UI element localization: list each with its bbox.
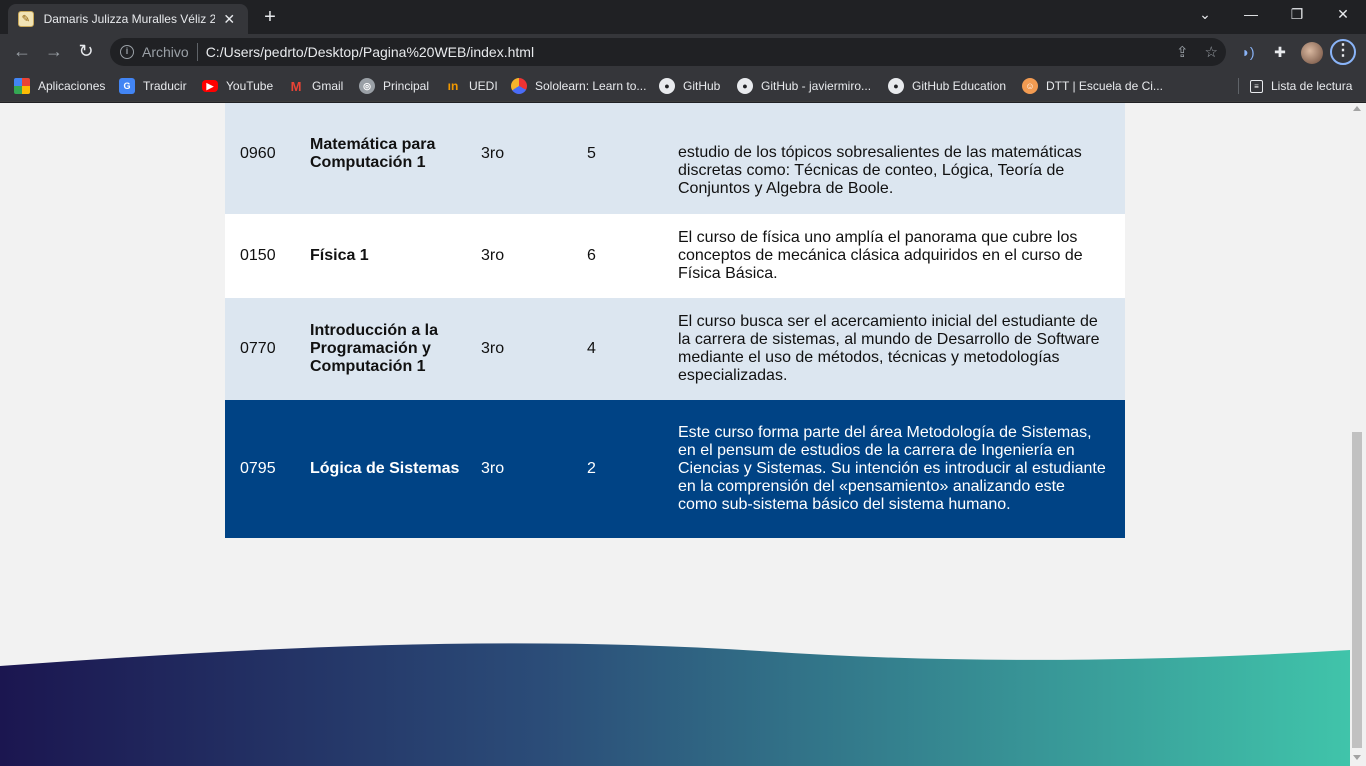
tab-title: Damaris Julizza Muralles Véliz 20 xyxy=(43,12,215,26)
youtube-icon: ▶ xyxy=(202,80,218,92)
info-icon[interactable]: i xyxy=(120,45,134,59)
course-code: 0150 xyxy=(225,214,310,298)
security-label: Archivo xyxy=(142,44,189,60)
bookmark-label: UEDI xyxy=(469,79,498,93)
reload-icon[interactable]: ↻ xyxy=(74,40,98,64)
github-icon: ● xyxy=(888,78,904,94)
back-icon[interactable]: ← xyxy=(10,40,34,64)
apps-grid-icon xyxy=(14,78,30,94)
course-code: 0960 xyxy=(225,103,310,214)
course-description: estudio de los tópicos sobresalientes de… xyxy=(678,103,1125,214)
page-viewport: 0960 Matemática para Computación 1 3ro 5… xyxy=(0,103,1350,766)
bookmark-aplicaciones[interactable]: Aplicaciones xyxy=(14,77,105,95)
tab-search-icon[interactable]: ⌄ xyxy=(1182,4,1228,26)
course-name: Introducción a la Programación y Computa… xyxy=(310,298,481,400)
reading-list[interactable]: ≡ Lista de lectura xyxy=(1250,77,1352,95)
restore-button[interactable]: ❐ xyxy=(1274,4,1320,26)
bookmark-github-javiermiro[interactable]: ● GitHub - javiermiro... xyxy=(737,77,871,95)
course-credits: 4 xyxy=(587,298,678,400)
bookmark-gmail[interactable]: M Gmail xyxy=(288,77,344,95)
course-name: Física 1 xyxy=(310,214,481,298)
dtt-icon: ☺ xyxy=(1022,78,1038,94)
bookmark-label: DTT | Escuela de Ci... xyxy=(1046,79,1163,93)
bookmark-label: GitHub - javiermiro... xyxy=(761,79,872,93)
table-row: 0960 Matemática para Computación 1 3ro 5… xyxy=(225,103,1125,214)
bookmarks-bar: Aplicaciones G Traducir ▶ YouTube M Gmai… xyxy=(0,70,1366,102)
bookmark-label: GitHub xyxy=(683,79,721,93)
course-description: El curso de física uno amplía el panoram… xyxy=(678,214,1125,298)
url-text[interactable]: C:/Users/pedrto/Desktop/Pagina%20WEB/ind… xyxy=(206,44,534,60)
address-divider xyxy=(196,43,198,61)
page-icon: ✎ xyxy=(18,11,34,27)
footer-wave xyxy=(0,643,1350,766)
bookmark-label: Traducir xyxy=(143,79,187,93)
course-code: 0770 xyxy=(225,298,310,400)
uedi-icon: ın xyxy=(447,79,459,93)
profile-avatar[interactable] xyxy=(1301,42,1323,64)
bookmark-youtube[interactable]: ▶ YouTube xyxy=(202,77,273,95)
github-icon: ● xyxy=(737,78,753,94)
extensions-puzzle-icon[interactable]: ✚ xyxy=(1270,42,1290,62)
course-semester: 3ro xyxy=(481,103,587,214)
course-credits: 2 xyxy=(587,400,678,538)
browser-toolbar: ← → ↻ i Archivo C:/Users/pedrto/Desktop/… xyxy=(0,34,1366,70)
tab-strip: ✎ Damaris Julizza Muralles Véliz 20 ✕ + … xyxy=(0,0,1366,34)
bookmark-github-education[interactable]: ● GitHub Education xyxy=(888,77,1006,95)
course-semester: 3ro xyxy=(481,400,587,538)
course-name: Matemática para Computación 1 xyxy=(310,103,481,214)
reading-list-label: Lista de lectura xyxy=(1271,79,1353,93)
table-row: 0150 Física 1 3ro 6 El curso de física u… xyxy=(225,214,1125,298)
address-bar[interactable]: i Archivo C:/Users/pedrto/Desktop/Pagina… xyxy=(110,38,1226,66)
bookmark-dtt[interactable]: ☺ DTT | Escuela de Ci... xyxy=(1022,77,1163,95)
new-tab-button[interactable]: + xyxy=(258,6,282,30)
close-tab-icon[interactable]: ✕ xyxy=(221,11,238,28)
course-semester: 3ro xyxy=(481,298,587,400)
course-credits: 5 xyxy=(587,103,678,214)
course-description-text: estudio de los tópicos sobresalientes de… xyxy=(678,144,1082,197)
bookmark-principal[interactable]: ◎ Principal xyxy=(359,77,429,95)
courses-table: 0960 Matemática para Computación 1 3ro 5… xyxy=(225,103,1125,538)
course-name: Lógica de Sistemas xyxy=(310,400,481,538)
menu-icon[interactable]: ⋮ xyxy=(1330,39,1356,65)
bookmark-traducir[interactable]: G Traducir xyxy=(119,77,187,95)
bookmark-label: Gmail xyxy=(312,79,344,93)
bookmark-label: GitHub Education xyxy=(912,79,1007,93)
course-credits: 6 xyxy=(587,214,678,298)
bookmark-sololearn[interactable]: Sololearn: Learn to... xyxy=(511,77,646,95)
bookmark-label: YouTube xyxy=(226,79,274,93)
gmail-icon: M xyxy=(290,78,302,94)
scrollbar-thumb[interactable] xyxy=(1352,432,1362,748)
share-icon[interactable]: ⇪ xyxy=(1176,43,1189,61)
browser-tab[interactable]: ✎ Damaris Julizza Muralles Véliz 20 ✕ xyxy=(8,4,248,34)
bookmark-uedi[interactable]: ın UEDI xyxy=(445,77,498,95)
course-semester: 3ro xyxy=(481,214,587,298)
bookmark-label: Aplicaciones xyxy=(38,79,106,93)
scroll-down-arrow-icon[interactable] xyxy=(1353,755,1361,760)
principal-icon: ◎ xyxy=(359,78,375,94)
reading-list-icon: ≡ xyxy=(1250,79,1263,93)
extension-wave-icon[interactable]: ◗) xyxy=(1238,42,1258,62)
bookmark-label: Principal xyxy=(383,79,430,93)
minimize-button[interactable]: — xyxy=(1228,4,1274,26)
forward-icon[interactable]: → xyxy=(42,40,66,64)
bookmarks-divider xyxy=(1238,78,1239,94)
scroll-up-arrow-icon[interactable] xyxy=(1353,106,1361,111)
github-icon: ● xyxy=(659,78,675,94)
table-row: 0770 Introducción a la Programación y Co… xyxy=(225,298,1125,400)
bookmark-star-icon[interactable]: ☆ xyxy=(1205,43,1218,61)
bookmark-label: Sololearn: Learn to... xyxy=(535,79,647,93)
close-window-button[interactable]: ✕ xyxy=(1320,4,1366,26)
course-description: El curso busca ser el acercamiento inici… xyxy=(678,298,1125,400)
translate-icon: G xyxy=(119,78,135,94)
table-row-highlighted: 0795 Lógica de Sistemas 3ro 2 Este curso… xyxy=(225,400,1125,538)
course-description: Este curso forma parte del área Metodolo… xyxy=(678,400,1125,538)
bookmark-github[interactable]: ● GitHub xyxy=(659,77,720,95)
course-code: 0795 xyxy=(225,400,310,538)
sololearn-icon xyxy=(511,78,527,94)
